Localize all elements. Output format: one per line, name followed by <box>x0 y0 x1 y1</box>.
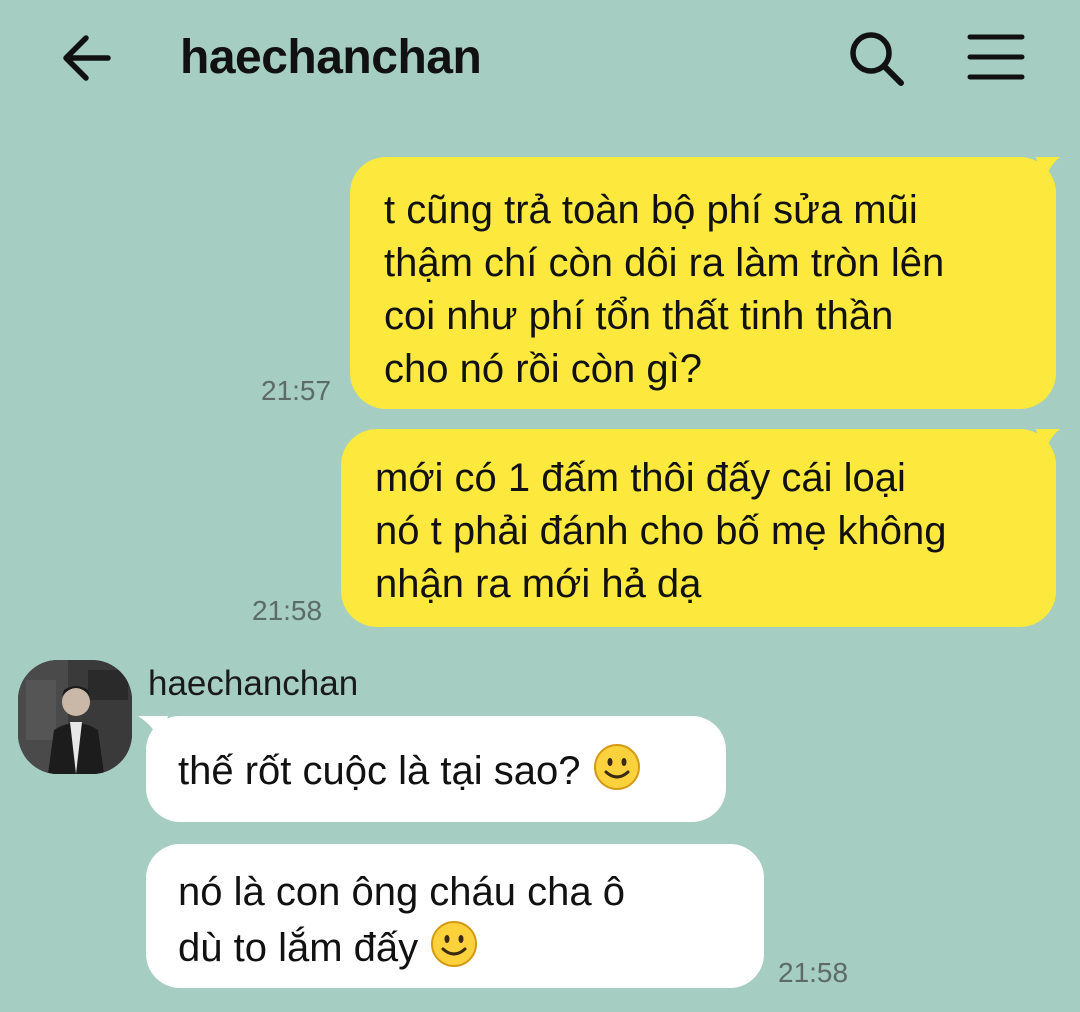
message-text: nó là con ông cháu cha ô dù to lắm đấy <box>178 870 626 970</box>
incoming-message-bubble[interactable]: nó là con ông cháu cha ô dù to lắm đấy <box>146 844 764 988</box>
chat-title: haechanchan <box>180 31 482 84</box>
outgoing-message-bubble[interactable]: mới có 1 đấm thôi đấy cái loại nó t phải… <box>341 429 1056 627</box>
bubble-tail <box>1036 157 1060 183</box>
bubble-tail <box>1036 429 1060 455</box>
back-button[interactable] <box>58 30 118 86</box>
arrow-left-icon <box>63 35 111 81</box>
smile-emoji <box>431 921 478 967</box>
message-text: thế rốt cuộc là tại sao? <box>178 749 592 793</box>
outgoing-message-bubble[interactable]: t cũng trả toàn bộ phí sửa mũi thậm chí … <box>350 157 1056 409</box>
search-button[interactable] <box>846 28 906 88</box>
message-timestamp: 21:57 <box>261 375 332 406</box>
hamburger-menu-icon <box>967 34 1025 80</box>
message-text: mới có 1 đấm thôi đấy cái loại nó t phải… <box>375 456 947 606</box>
chat-header: haechanchan <box>0 0 1080 116</box>
incoming-message-bubble[interactable]: thế rốt cuộc là tại sao? <box>146 716 726 822</box>
sender-name: haechanchan <box>148 664 359 703</box>
avatar-image <box>18 660 132 774</box>
message-timestamp: 21:58 <box>252 595 323 626</box>
search-icon <box>850 32 904 86</box>
message-text: t cũng trả toàn bộ phí sửa mũi thậm chí … <box>384 188 945 391</box>
message-timestamp: 21:58 <box>778 957 849 988</box>
menu-button[interactable] <box>966 32 1026 82</box>
avatar[interactable] <box>18 660 132 774</box>
smile-emoji <box>593 744 640 790</box>
